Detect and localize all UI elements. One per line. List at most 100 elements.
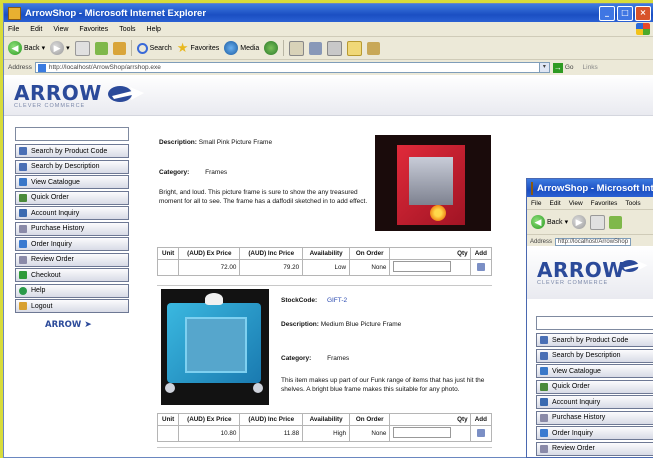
search-button[interactable]: Search xyxy=(136,42,172,54)
home-icon[interactable] xyxy=(112,41,126,55)
app-icon xyxy=(8,6,21,20)
media-button[interactable]: Media xyxy=(224,41,259,55)
nav-order-inquiry[interactable]: Order Inquiry xyxy=(536,426,653,440)
nav-review-order[interactable]: Review Order xyxy=(15,252,129,267)
nav-search-by-description[interactable]: Search by Description xyxy=(536,348,653,363)
arrow-logo[interactable]: ARROW CLEVER COMMERCE xyxy=(14,81,144,109)
nav-search-by-product-code[interactable]: Search by Product Code xyxy=(536,333,653,347)
favorites-label: Favorites xyxy=(190,44,220,52)
col-ex-price: (AUD) Ex Price xyxy=(178,413,241,426)
nav-view-catalogue[interactable]: View Catalogue xyxy=(536,364,653,378)
menu-favorites[interactable]: Favorites xyxy=(591,200,618,207)
nav-account-inquiry[interactable]: Account Inquiry xyxy=(536,395,653,409)
menu-edit[interactable]: Edit xyxy=(30,26,42,33)
divider xyxy=(157,447,492,448)
product-image[interactable] xyxy=(375,135,491,231)
nav-checkout[interactable]: Checkout xyxy=(15,268,129,282)
col-qty: Qty xyxy=(389,247,471,260)
menu-file[interactable]: File xyxy=(8,26,19,33)
menu-tools[interactable]: Tools xyxy=(625,200,640,207)
add-to-cart-icon[interactable] xyxy=(476,262,485,271)
table-header-row: Unit (AUD) Ex Price (AUD) Inc Price Avai… xyxy=(156,413,493,426)
inquiry-icon xyxy=(540,429,548,437)
stop-icon[interactable] xyxy=(74,40,90,56)
menu-edit[interactable]: Edit xyxy=(549,200,560,207)
mail-icon[interactable] xyxy=(289,40,305,56)
menu-favorites[interactable]: Favorites xyxy=(79,26,108,33)
folder-icon[interactable] xyxy=(347,40,363,56)
window-controls: _ □ × xyxy=(599,5,653,21)
nav-search-by-description[interactable]: Search by Description xyxy=(15,159,129,174)
nav-quick-order[interactable]: Quick Order xyxy=(536,379,653,394)
menu-bar: File Edit View Favorites Tools Help xyxy=(4,22,653,37)
logo-wordmark: ARROW xyxy=(537,258,625,282)
history-icon xyxy=(540,413,548,422)
address-input[interactable]: http://localhost/ArrowShop/arrshop.exe ▾ xyxy=(34,62,550,73)
print-icon[interactable] xyxy=(309,41,323,55)
address-dropdown-icon[interactable]: ▾ xyxy=(538,63,549,72)
go-button[interactable]: → Go xyxy=(552,62,574,73)
messenger-icon[interactable] xyxy=(367,41,381,55)
sidebar-nav: Search by Product Code Search by Descrip… xyxy=(15,127,129,330)
nav-order-inquiry[interactable]: Order Inquiry xyxy=(15,237,129,251)
arrow-logo[interactable]: ARROW CLEVER COMMERCE xyxy=(537,258,625,286)
minimize-button[interactable]: _ xyxy=(599,5,615,21)
refresh-icon[interactable] xyxy=(94,41,108,55)
browser-toolbar: ◀ Back ▾ ▶ ▾ Search ★ Favorites Media xyxy=(4,37,653,60)
nav-purchase-history[interactable]: Purchase History xyxy=(536,410,653,425)
refresh-icon[interactable] xyxy=(609,215,623,229)
history-icon[interactable] xyxy=(264,41,279,55)
product-image[interactable] xyxy=(161,289,269,405)
address-label: Address xyxy=(530,238,553,245)
back-button[interactable]: ◀ Back ▾ xyxy=(531,215,568,229)
order-icon xyxy=(19,193,27,202)
menu-tools[interactable]: Tools xyxy=(119,26,135,33)
menu-help[interactable]: Help xyxy=(147,26,161,33)
links-label[interactable]: Links xyxy=(583,64,598,71)
nav-view-catalogue[interactable]: View Catalogue xyxy=(15,175,129,189)
address-input[interactable]: http://localhost/ArrowShop xyxy=(555,237,632,246)
forward-button[interactable]: ▶ ▾ xyxy=(50,41,70,55)
sidebar-search-input[interactable] xyxy=(536,316,653,330)
title-bar[interactable]: ArrowShop - Microsoft Internet Explorer xyxy=(527,179,653,197)
sidebar-search-input[interactable] xyxy=(15,127,129,141)
maximize-button[interactable]: □ xyxy=(617,5,633,21)
menu-view[interactable]: View xyxy=(53,26,68,33)
table-row: 72.00 79.20 Low None xyxy=(156,259,493,276)
nav-label: Order Inquiry xyxy=(31,240,72,248)
nav-quick-order[interactable]: Quick Order xyxy=(15,190,129,205)
back-button[interactable]: ◀ Back ▾ xyxy=(8,41,45,55)
account-icon xyxy=(540,398,548,406)
nav-label: Account Inquiry xyxy=(552,398,601,406)
edit-icon[interactable] xyxy=(327,40,343,56)
nav-label: View Catalogue xyxy=(31,178,80,186)
nav-purchase-history[interactable]: Purchase History xyxy=(15,221,129,236)
nav-logout[interactable]: Logout xyxy=(15,299,129,313)
product-description: Description: Medium Blue Picture Frame xyxy=(281,321,401,328)
search-icon xyxy=(136,42,148,54)
menu-view[interactable]: View xyxy=(569,200,583,207)
forward-arrow-icon: ▶ xyxy=(50,41,65,55)
nav-account-inquiry[interactable]: Account Inquiry xyxy=(15,206,129,220)
menu-file[interactable]: File xyxy=(531,200,541,207)
qty-input[interactable] xyxy=(393,427,452,438)
nav-label: Logout xyxy=(31,302,53,310)
nav-label: Search by Description xyxy=(31,163,100,170)
nav-search-by-product-code[interactable]: Search by Product Code xyxy=(15,144,129,158)
stockcode-link[interactable]: GIFT-2 xyxy=(327,297,347,304)
add-to-cart-icon[interactable] xyxy=(476,428,485,437)
media-label: Media xyxy=(240,44,260,52)
product-blurb: Bright, and loud. This picture frame is … xyxy=(159,189,368,205)
nav-review-order[interactable]: Review Order xyxy=(536,441,653,456)
title-bar[interactable]: ArrowShop - Microsoft Internet Explorer … xyxy=(4,4,653,22)
address-bar: Address http://localhost/ArrowShop/arrsh… xyxy=(4,60,653,76)
product-description: Description: Small Pink Picture Frame xyxy=(159,139,272,146)
stop-icon[interactable] xyxy=(590,214,606,230)
forward-arrow-icon[interactable]: ▶ xyxy=(572,215,587,229)
nav-help[interactable]: Help xyxy=(15,283,129,298)
search-label: Search xyxy=(149,44,172,52)
qty-input[interactable] xyxy=(393,261,452,272)
close-button[interactable]: × xyxy=(635,5,651,21)
app-icon xyxy=(531,181,533,195)
favorites-button[interactable]: ★ Favorites xyxy=(177,41,219,56)
